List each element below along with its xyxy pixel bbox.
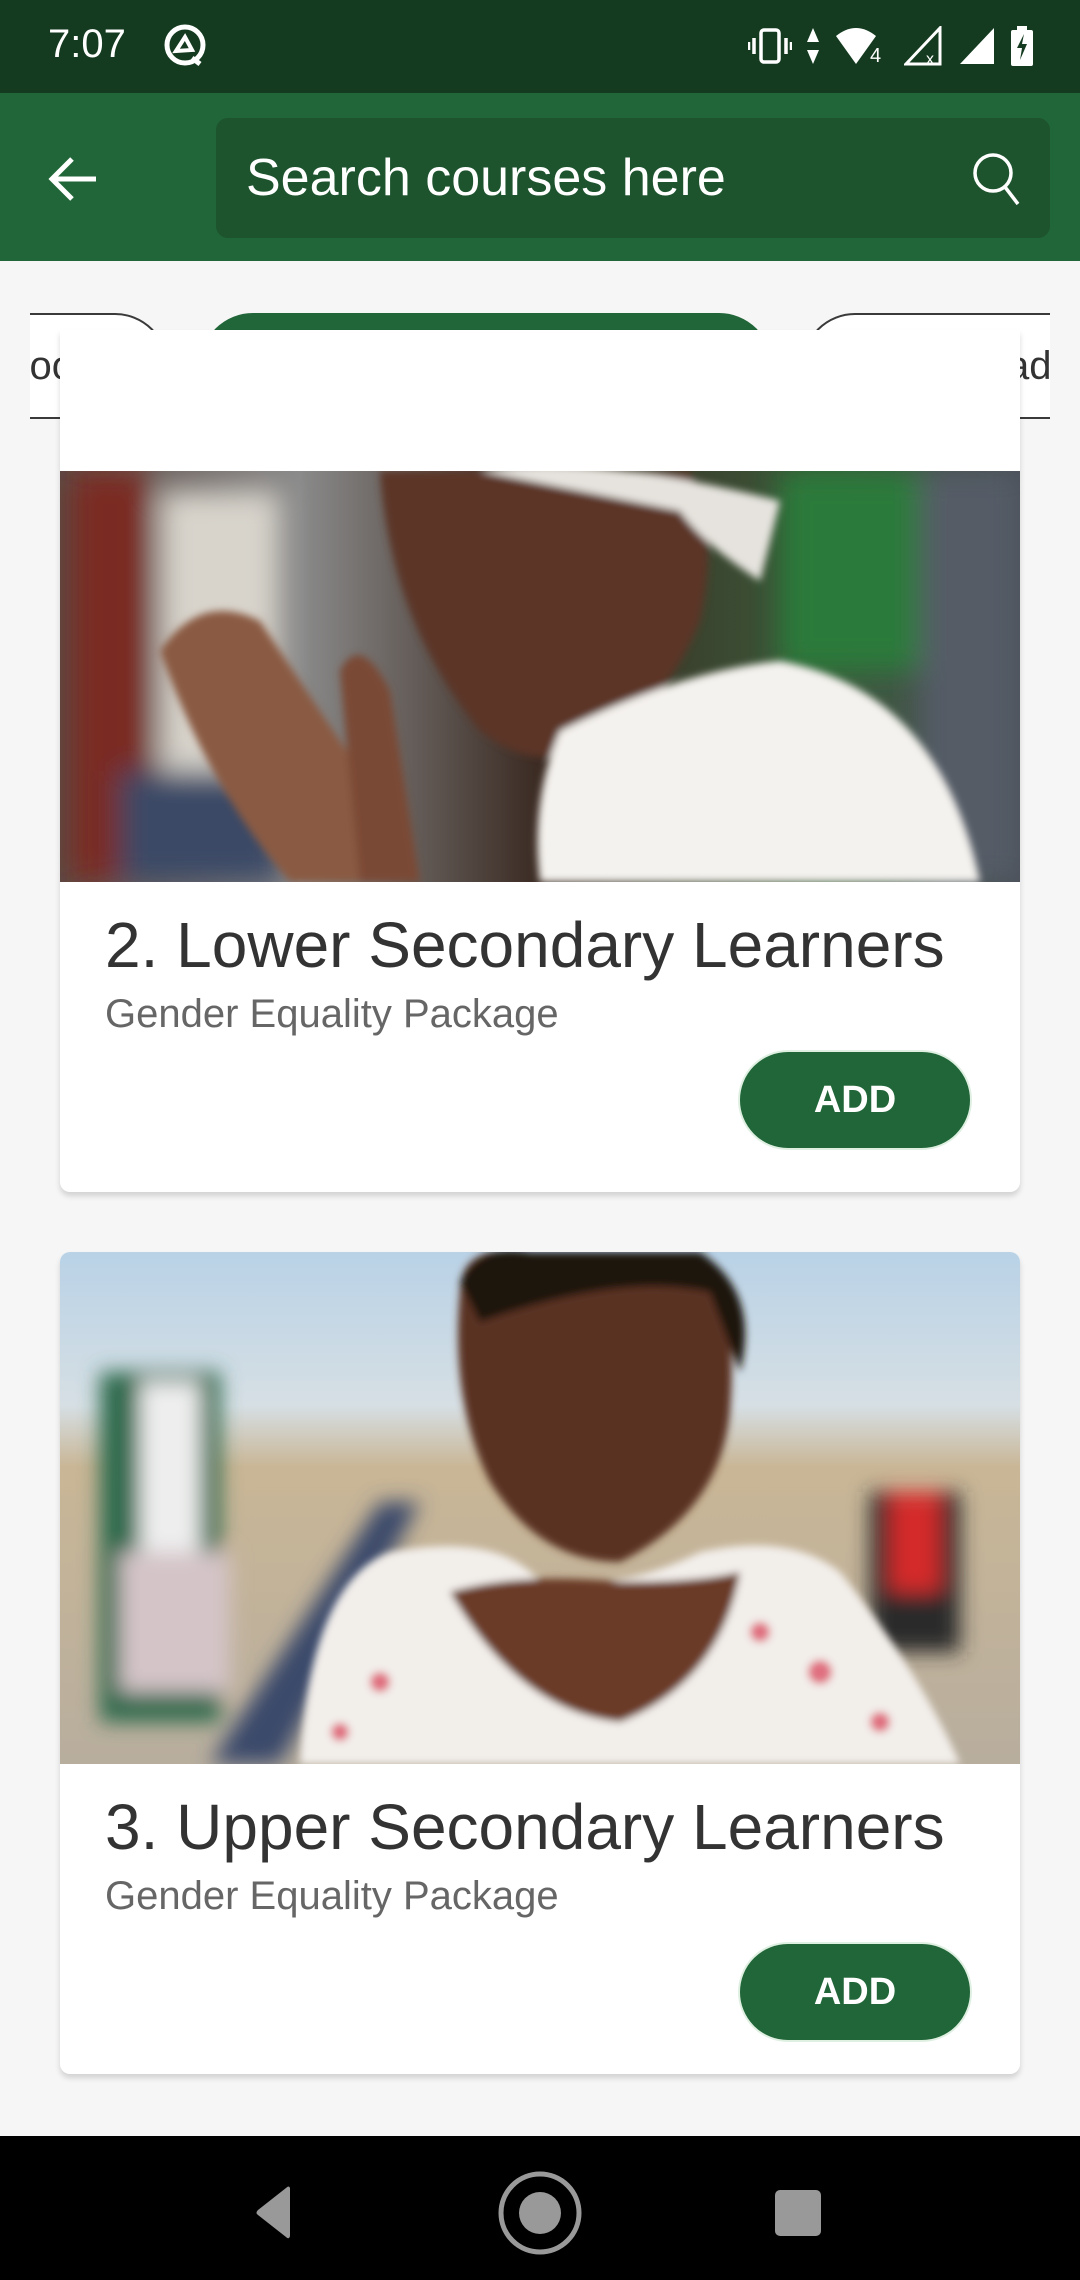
course-package: Gender Equality Package: [105, 1874, 559, 1918]
add-course-button[interactable]: ADD: [738, 1050, 972, 1150]
vibrate-icon: [748, 28, 792, 64]
course-title: 3. Upper Secondary Learners: [105, 1791, 945, 1863]
nav-recents-icon[interactable]: [753, 2168, 843, 2258]
course-image: [60, 471, 1020, 882]
course-card[interactable]: 2. Lower Secondary Learners Gender Equal…: [60, 330, 1020, 1192]
svg-text:4: 4: [870, 45, 881, 66]
status-time: 7:07: [48, 22, 126, 66]
search-icon[interactable]: [968, 148, 1028, 208]
signal-icon: [960, 28, 994, 64]
data-arrows-icon: [807, 28, 819, 64]
back-button[interactable]: [40, 147, 104, 211]
app-notification-icon: [164, 24, 206, 66]
search-bar: [216, 118, 1050, 238]
signal-no-service-icon: x: [904, 26, 942, 66]
search-input[interactable]: [246, 118, 946, 238]
nav-back-icon[interactable]: [232, 2168, 322, 2258]
wifi-icon: 4: [836, 28, 881, 66]
course-title: 2. Lower Secondary Learners: [105, 909, 945, 981]
svg-text:x: x: [926, 51, 934, 66]
course-image: [60, 1252, 1020, 1764]
battery-charging-icon: [1011, 26, 1033, 66]
course-card[interactable]: 3. Upper Secondary Learners Gender Equal…: [60, 1252, 1020, 2074]
arrow-left-icon: [48, 157, 96, 201]
add-course-button[interactable]: ADD: [738, 1942, 972, 2042]
nav-home-icon[interactable]: [495, 2168, 585, 2258]
app-bar: [0, 93, 1080, 261]
status-bar: 7:07 4 x: [0, 0, 1080, 93]
course-package: Gender Equality Package: [105, 992, 559, 1036]
system-nav-bar: [0, 2136, 1080, 2280]
